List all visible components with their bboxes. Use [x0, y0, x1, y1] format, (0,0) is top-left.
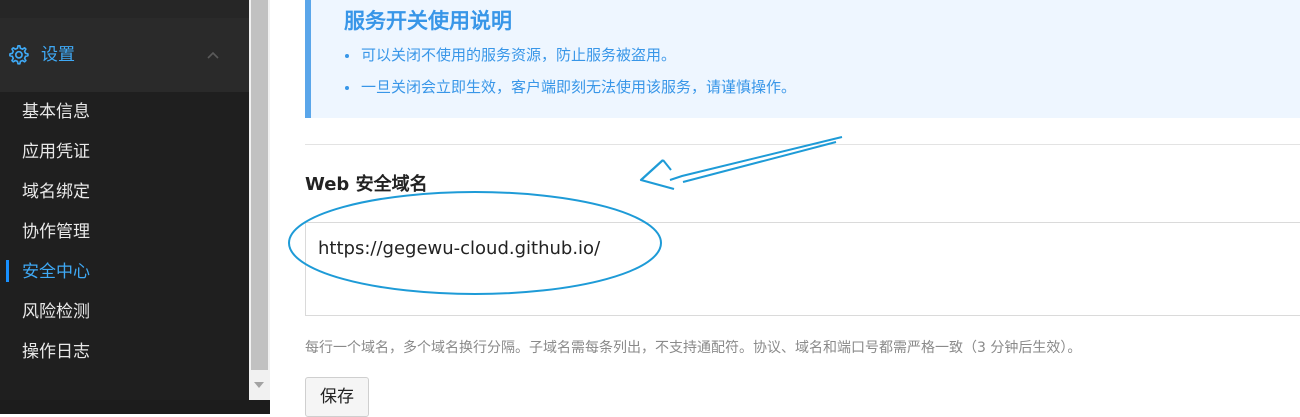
annotation-arrow-icon: [639, 136, 843, 191]
annotation-ellipse: [288, 191, 662, 295]
annotation-overlay: [288, 136, 843, 295]
